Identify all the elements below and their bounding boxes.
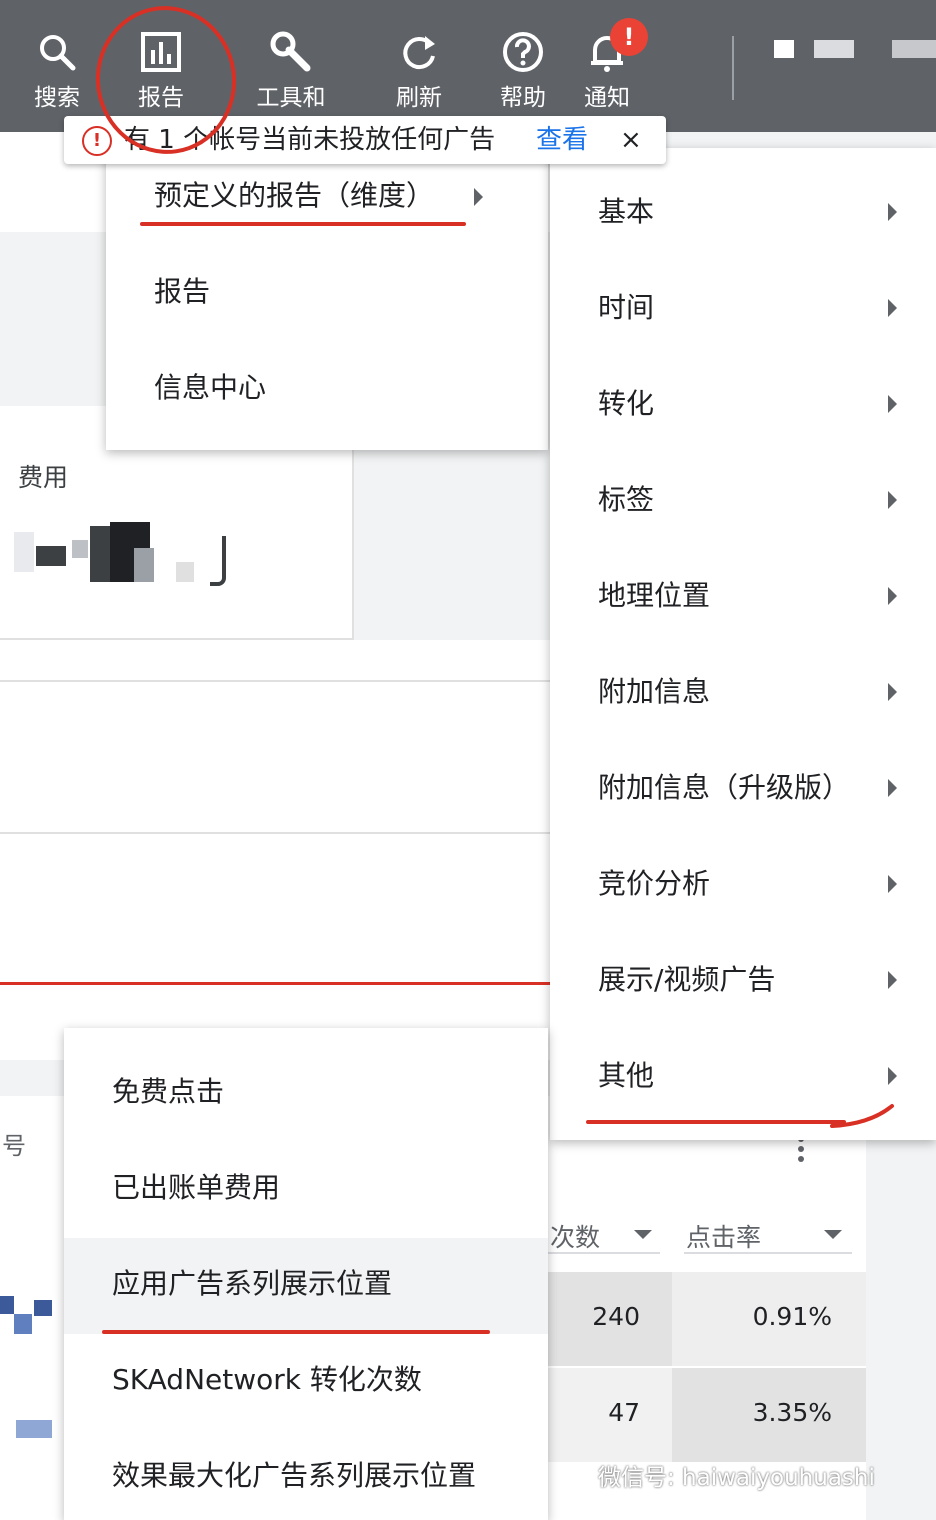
submenu-item[interactable]: 展示/视频广告	[598, 960, 775, 1000]
caret-down-icon	[634, 1230, 652, 1239]
submenu-item-label: 标签	[598, 483, 655, 516]
annotation-underline	[586, 1120, 846, 1124]
cost-value-blurred	[14, 522, 226, 586]
account-info-blurred[interactable]	[774, 40, 794, 58]
chevron-right-icon	[888, 683, 897, 701]
column-header-label: 次数	[550, 1223, 601, 1252]
toolbar-label: 通知	[584, 85, 630, 111]
menu-item-label: 报告	[154, 275, 211, 308]
submenu-item[interactable]: 竞价分析	[598, 864, 710, 904]
submenu-item[interactable]: 附加信息	[598, 672, 710, 712]
table-left-header: 号	[2, 1132, 26, 1160]
warning-icon: !	[82, 126, 112, 156]
chevron-right-icon	[888, 779, 897, 797]
wrench-icon	[236, 30, 346, 74]
other-menu-item-label: 已出账单费用	[112, 1171, 281, 1204]
refresh-icon	[364, 30, 474, 74]
caret-down-icon	[824, 1230, 842, 1239]
menu-item-label: 预定义的报告（维度）	[154, 179, 435, 212]
other-menu-item[interactable]: 应用广告系列展示位置	[112, 1264, 392, 1304]
chart-line-red	[0, 982, 560, 985]
annotation-underline	[140, 222, 466, 226]
menu-item-dashboard[interactable]: 信息中心	[154, 368, 266, 408]
column-header-label: 点击率	[686, 1223, 762, 1252]
cell-ctr-value: 0.91%	[752, 1302, 832, 1331]
toolbar-tools-button[interactable]: 工具和	[236, 30, 346, 112]
menu-item-label: 信息中心	[154, 371, 267, 404]
chevron-right-icon	[888, 971, 897, 989]
submenu-item-label: 时间	[598, 291, 655, 324]
predefined-submenu: 基本时间转化标签地理位置附加信息附加信息（升级版） 竞价分析展示/视频广告 其他	[550, 148, 936, 1140]
submenu-item-label: 展示/视频广告	[598, 963, 776, 996]
divider	[0, 832, 560, 834]
cell-ctr: 3.35%	[672, 1368, 866, 1462]
submenu-item[interactable]: 基本	[598, 192, 654, 232]
other-menu-item[interactable]: SKAdNetwork 转化次数	[112, 1360, 422, 1400]
other-menu-item[interactable]: 已出账单费用	[112, 1168, 280, 1208]
divider	[0, 680, 560, 682]
submenu-item-label: 附加信息	[598, 675, 711, 708]
other-menu-item-label: 免费点击	[112, 1075, 225, 1108]
toolbar-refresh-button[interactable]: 刷新	[364, 30, 474, 112]
page-surface-middle	[0, 640, 560, 1060]
report-menu: 预定义的报告（维度） 报告 信息中心	[106, 150, 548, 450]
submenu-item[interactable]: 地理位置	[598, 576, 710, 616]
account-info-blurred	[892, 40, 936, 58]
submenu-item[interactable]: 时间	[598, 288, 654, 328]
watermark: 微信号: haiwaiyouhuashi	[598, 1465, 875, 1491]
chevron-right-icon	[474, 188, 483, 206]
chevron-right-icon	[888, 1067, 897, 1085]
blurred-row-thumb	[0, 1416, 56, 1442]
chevron-right-icon	[888, 875, 897, 893]
chevron-right-icon	[888, 587, 897, 605]
annotation-underline-tail	[830, 1104, 894, 1128]
chevron-right-icon	[888, 203, 897, 221]
close-icon[interactable]: ×	[620, 116, 642, 164]
chevron-right-icon	[888, 395, 897, 413]
notification-badge: !	[610, 18, 648, 56]
other-menu-item-label: 效果最大化广告系列展示位置	[112, 1459, 477, 1492]
annotation-underline	[102, 1330, 490, 1334]
cell-count-value: 47	[608, 1398, 640, 1427]
blurred-row-thumb	[0, 1296, 56, 1336]
submenu-item-label: 其他	[598, 1059, 655, 1092]
toolbar-label: 刷新	[396, 85, 442, 111]
alert-view-link[interactable]: 查看	[536, 116, 588, 164]
other-menu-item[interactable]: 效果最大化广告系列展示位置	[112, 1456, 476, 1496]
account-info-blurred	[814, 40, 854, 58]
submenu-item[interactable]: 附加信息（升级版）	[598, 768, 850, 808]
submenu-item[interactable]: 其他	[598, 1056, 654, 1096]
column-header-ctr[interactable]: 点击率	[684, 1212, 852, 1254]
table-row[interactable]: 240 0.91%	[548, 1272, 866, 1366]
chevron-right-icon	[888, 299, 897, 317]
other-submenu: 免费点击已出账单费用应用广告系列展示位置 SKAdNetwork 转化次数效果最大…	[64, 1028, 548, 1520]
toolbar-label: 工具和	[256, 85, 326, 111]
submenu-item-label: 附加信息（升级版）	[598, 771, 851, 804]
submenu-item-label: 竞价分析	[598, 867, 711, 900]
cell-ctr-value: 3.35%	[752, 1398, 832, 1427]
cell-count: 240	[548, 1272, 672, 1366]
other-menu-item-label: 应用广告系列展示位置	[112, 1267, 393, 1300]
cost-label: 费用	[18, 463, 69, 492]
other-menu-item-label: SKAdNetwork 转化次数	[112, 1363, 422, 1396]
cell-ctr: 0.91%	[672, 1272, 866, 1366]
menu-item-reports[interactable]: 报告	[154, 272, 210, 312]
cell-count-value: 240	[592, 1302, 640, 1331]
chevron-right-icon	[888, 491, 897, 509]
submenu-item[interactable]: 转化	[598, 384, 654, 424]
submenu-item[interactable]: 标签	[598, 480, 654, 520]
toolbar-divider	[732, 36, 734, 100]
submenu-item-label: 地理位置	[598, 579, 711, 612]
submenu-item-label: 转化	[598, 387, 655, 420]
table-row[interactable]: 47 3.35%	[548, 1368, 866, 1462]
menu-item-predefined-reports[interactable]: 预定义的报告（维度）	[154, 176, 434, 216]
other-menu-item[interactable]: 免费点击	[112, 1072, 224, 1112]
cell-count: 47	[548, 1368, 672, 1462]
submenu-item-label: 基本	[598, 195, 655, 228]
column-header-count[interactable]: 次数	[548, 1212, 660, 1254]
